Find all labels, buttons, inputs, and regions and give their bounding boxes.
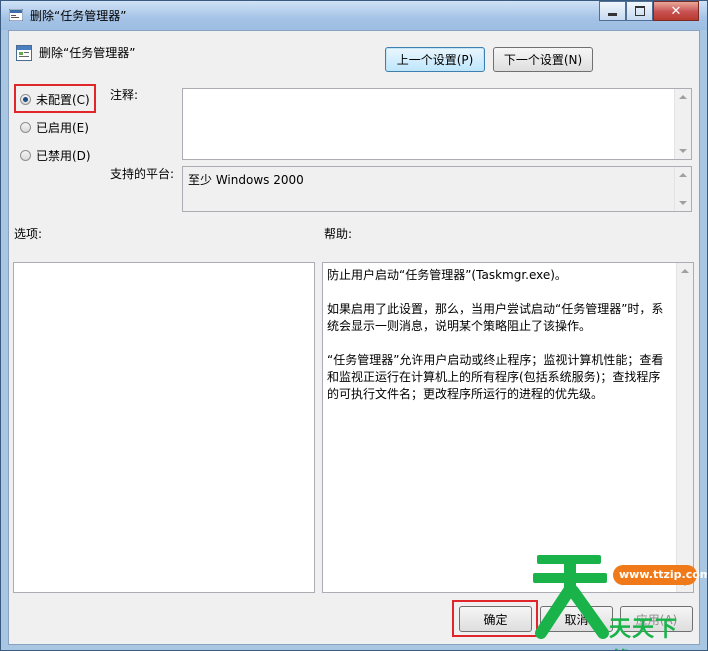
scroll-down-icon[interactable] xyxy=(679,201,687,205)
scroll-up-icon[interactable] xyxy=(679,173,687,177)
policy-setting-icon xyxy=(16,45,32,61)
platform-scrollbar[interactable] xyxy=(674,167,691,211)
highlight-box xyxy=(452,600,538,637)
close-icon: ✕ xyxy=(670,3,682,19)
comment-textarea[interactable] xyxy=(182,88,692,160)
supported-platform-field: 至少 Windows 2000 xyxy=(182,166,692,212)
help-paragraph: 防止用户启动“任务管理器”(Taskmgr.exe)。 xyxy=(327,268,567,282)
help-paragraph: 如果启用了此设置，那么，当用户尝试启动“任务管理器”时，系统会显示一则消息，说明… xyxy=(327,302,664,333)
radio-enabled-label[interactable]: 已启用(E) xyxy=(36,119,89,136)
title-bar[interactable]: 删除“任务管理器” ✕ xyxy=(1,1,707,30)
minimize-icon xyxy=(608,12,617,16)
scroll-down-icon[interactable] xyxy=(679,149,687,153)
options-section-label: 选项: xyxy=(14,227,43,241)
policy-name-label: 删除“任务管理器” xyxy=(39,46,136,60)
supported-platform-value: 至少 Windows 2000 xyxy=(188,173,304,187)
minimize-button[interactable] xyxy=(599,1,626,21)
help-pane: 防止用户启动“任务管理器”(Taskmgr.exe)。 如果启用了此设置，那么，… xyxy=(322,262,694,593)
help-scrollbar[interactable] xyxy=(676,263,693,592)
watermark-site: www.ttzip.com xyxy=(619,568,708,581)
help-paragraph: “任务管理器”允许用户启动或终止程序；监视计算机性能；查看和监视正运行在计算机上… xyxy=(327,353,664,401)
next-setting-button[interactable]: 下一个设置(N) xyxy=(493,47,593,72)
highlight-box xyxy=(14,84,96,113)
supported-platform-label: 支持的平台: xyxy=(110,167,175,181)
comment-label: 注释: xyxy=(110,88,139,102)
help-text: 防止用户启动“任务管理器”(Taskmgr.exe)。 如果启用了此设置，那么，… xyxy=(327,267,671,420)
help-section-label: 帮助: xyxy=(324,227,353,241)
close-button[interactable]: ✕ xyxy=(653,1,699,21)
window-title: 删除“任务管理器” xyxy=(30,9,127,23)
watermark-logo: www.ttzip.com 天天下载 xyxy=(533,549,707,650)
comment-scrollbar[interactable] xyxy=(674,89,691,159)
maximize-button[interactable] xyxy=(626,1,653,21)
radio-disabled[interactable] xyxy=(20,150,31,161)
dialog-body: 删除“任务管理器” 上一个设置(P) 下一个设置(N) 未配置(C) 已启用(E… xyxy=(8,30,707,650)
radio-enabled[interactable] xyxy=(20,122,31,133)
maximize-icon xyxy=(634,6,645,16)
policy-dialog-window: 删除“任务管理器” ✕ 删除“任务管理器” 上一个设置(P) 下一个设置(N) … xyxy=(0,0,708,651)
watermark-brand: 天天下载 xyxy=(609,617,679,650)
scroll-up-icon[interactable] xyxy=(679,95,687,99)
radio-disabled-label[interactable]: 已禁用(D) xyxy=(36,147,91,164)
scroll-up-icon[interactable] xyxy=(681,269,689,273)
policy-setting-icon xyxy=(9,9,23,21)
previous-setting-button[interactable]: 上一个设置(P) xyxy=(385,47,485,72)
options-pane xyxy=(13,262,315,593)
